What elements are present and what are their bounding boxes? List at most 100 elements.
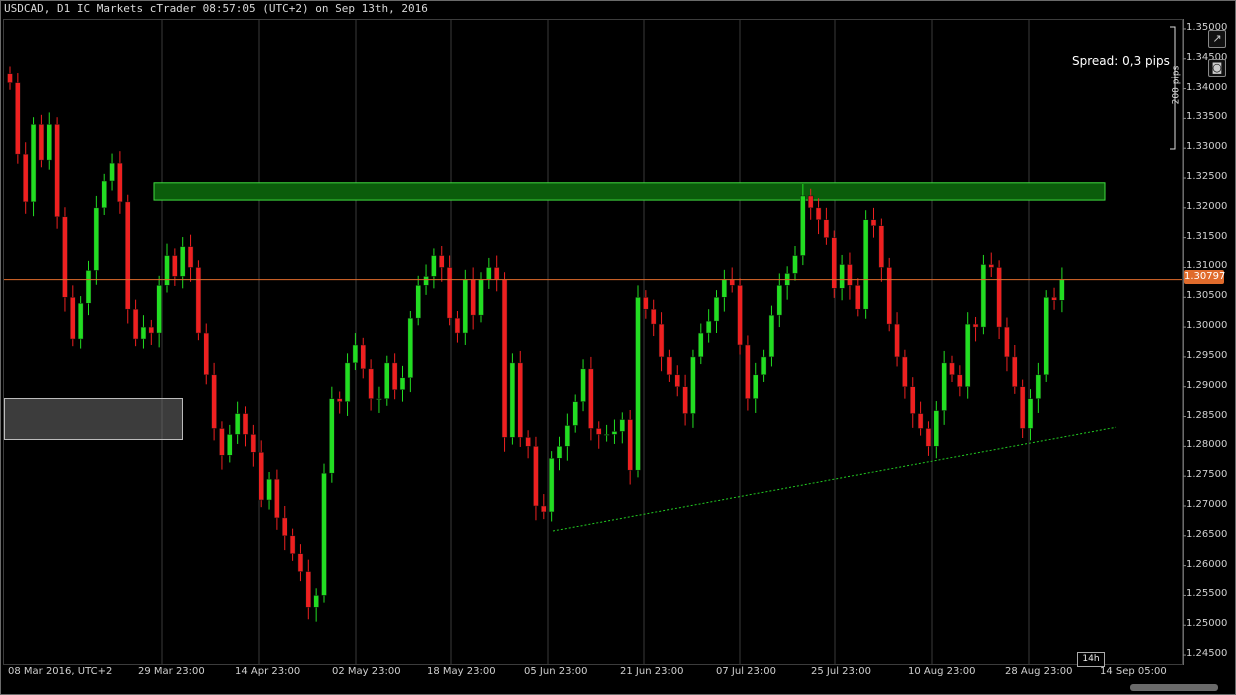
candle-body — [580, 368, 586, 402]
candle-body — [972, 323, 979, 328]
candle-body — [548, 458, 555, 513]
candle-body — [980, 264, 987, 328]
y-tick-label: 1.28000 — [1186, 439, 1228, 451]
candle-body — [242, 413, 249, 435]
x-tick-label: 07 Jul 23:00 — [716, 666, 776, 677]
candle-body — [933, 410, 940, 447]
candle-body — [760, 356, 767, 376]
candle-body — [211, 374, 217, 429]
candle-body — [666, 356, 673, 376]
candle-body — [823, 219, 830, 238]
candle-body — [376, 398, 382, 400]
x-tick-label: 28 Aug 23:00 — [1005, 666, 1073, 677]
y-tick-label: 1.28500 — [1186, 409, 1228, 421]
candle-body — [321, 472, 327, 596]
y-tick-label: 1.29000 — [1186, 379, 1228, 391]
horizontal-scrollbar[interactable] — [1130, 684, 1218, 691]
y-tick-label: 1.31500 — [1186, 230, 1228, 242]
candle-body — [203, 332, 209, 376]
popout-icon[interactable]: ↗ — [1208, 30, 1226, 48]
y-tick-label: 1.27000 — [1186, 498, 1228, 510]
y-tick-label: 1.30000 — [1186, 320, 1228, 332]
x-tick-label: 29 Mar 23:00 — [138, 666, 205, 677]
candle-body — [910, 386, 916, 414]
candle-body — [399, 377, 406, 390]
candle-body — [698, 332, 704, 358]
candle-body — [172, 255, 178, 277]
candle-body — [1004, 326, 1010, 358]
candle-body — [305, 571, 312, 608]
candle-body — [839, 264, 845, 289]
camera-icon[interactable]: ◙ — [1208, 59, 1226, 77]
candle-body — [713, 297, 720, 322]
y-tick-label: 1.34000 — [1186, 81, 1228, 93]
candle-body — [62, 216, 68, 298]
x-tick-label: 21 Jun 23:00 — [620, 666, 684, 677]
candle-body — [132, 308, 139, 340]
pip-scale-label: 200 pips — [1171, 65, 1182, 105]
candle-body — [902, 356, 908, 387]
candle-body — [140, 326, 147, 340]
candle-body — [635, 297, 641, 471]
x-tick-label: 25 Jul 23:00 — [811, 666, 871, 677]
candle-body — [682, 386, 688, 414]
candle-body — [611, 431, 618, 435]
candle-body — [187, 246, 194, 268]
candle-body — [493, 267, 500, 280]
candle-body — [274, 478, 280, 519]
candle-body — [894, 323, 900, 358]
y-tick-label: 1.24500 — [1186, 648, 1228, 660]
candle-body — [501, 279, 508, 438]
candle-body — [988, 264, 994, 268]
candle-body — [768, 314, 775, 358]
candle-body — [336, 398, 343, 402]
candle-body — [15, 82, 21, 155]
candle-body — [878, 225, 885, 268]
candle-body — [360, 344, 366, 370]
x-tick-label: 05 Jun 23:00 — [524, 666, 588, 677]
candle-body — [964, 323, 971, 387]
candle-body — [753, 374, 759, 399]
candle-body — [1051, 297, 1057, 301]
candle-body — [289, 535, 296, 554]
candle-body — [1035, 374, 1042, 399]
candle-body — [250, 434, 257, 453]
candle-body — [737, 285, 743, 346]
candle-body — [690, 356, 696, 414]
candle-body — [329, 398, 335, 474]
candle-body — [478, 279, 484, 316]
y-tick-label: 1.26500 — [1186, 528, 1228, 540]
candle-body — [917, 413, 924, 429]
candle-body — [439, 255, 445, 268]
candle-body — [101, 180, 107, 209]
candle-body — [831, 237, 837, 289]
candle-body — [384, 362, 390, 399]
candle-body — [179, 246, 186, 277]
candle-body — [996, 267, 1002, 328]
candle-body — [886, 267, 892, 325]
candle-body — [462, 279, 469, 334]
timeframe-badge: 14h — [1077, 652, 1105, 667]
candle-body — [30, 124, 37, 203]
candle-body — [266, 478, 272, 501]
y-tick-label: 1.30500 — [1186, 290, 1228, 302]
current-price-label: 1.30797 — [1184, 270, 1226, 284]
candle-body — [925, 428, 932, 447]
candle-body — [454, 317, 461, 334]
candle-body — [674, 374, 680, 387]
candle-body — [258, 452, 264, 501]
candle-body — [415, 285, 421, 319]
x-tick-label: 10 Aug 23:00 — [908, 666, 976, 677]
candle-body — [870, 219, 877, 226]
candle-body — [603, 434, 610, 436]
candle-body — [282, 517, 288, 537]
y-tick-label: 1.29500 — [1186, 349, 1228, 361]
candle-body — [949, 362, 955, 376]
candle-body — [297, 553, 304, 572]
candle-body — [509, 362, 516, 438]
candle-body — [368, 368, 374, 399]
candle-body — [227, 434, 233, 456]
candle-body — [721, 279, 728, 298]
candle-body — [572, 401, 578, 426]
drawing-rectangle[interactable] — [4, 398, 183, 440]
